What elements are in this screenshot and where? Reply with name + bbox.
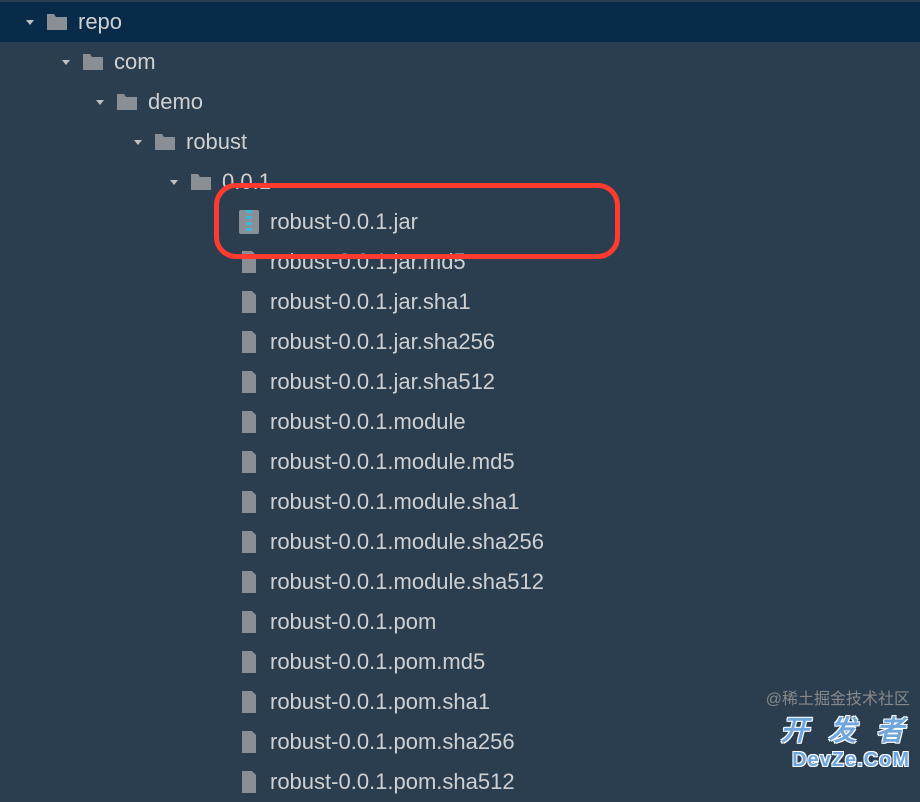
tree-label: robust-0.0.1.module.sha256 bbox=[270, 529, 544, 555]
tree-label: robust-0.0.1.jar.md5 bbox=[270, 249, 466, 275]
tree-file[interactable]: robust-0.0.1.module.sha256 bbox=[0, 522, 920, 562]
tree-file[interactable]: robust-0.0.1.jar.sha512 bbox=[0, 362, 920, 402]
tree-folder-version[interactable]: 0.0.1 bbox=[0, 162, 920, 202]
tree-label: robust bbox=[186, 129, 247, 155]
file-icon bbox=[236, 449, 262, 475]
chevron-down-icon[interactable] bbox=[164, 172, 184, 192]
chevron-down-icon[interactable] bbox=[20, 12, 40, 32]
tree-file[interactable]: robust-0.0.1.pom.sha512 bbox=[0, 762, 920, 802]
tree-folder-demo[interactable]: demo bbox=[0, 82, 920, 122]
file-icon bbox=[236, 369, 262, 395]
tree-file[interactable]: robust-0.0.1.pom bbox=[0, 602, 920, 642]
archive-icon bbox=[236, 209, 262, 235]
file-icon bbox=[236, 649, 262, 675]
file-icon bbox=[236, 529, 262, 555]
folder-icon bbox=[44, 9, 70, 35]
file-icon bbox=[236, 569, 262, 595]
tree-file[interactable]: robust-0.0.1.pom.sha256 bbox=[0, 722, 920, 762]
tree-label: robust-0.0.1.pom bbox=[270, 609, 436, 635]
file-icon bbox=[236, 689, 262, 715]
tree-label: repo bbox=[78, 9, 122, 35]
tree-folder-repo[interactable]: repo bbox=[0, 2, 920, 42]
file-tree: repo com demo robust bbox=[0, 0, 920, 802]
file-icon bbox=[236, 329, 262, 355]
tree-label: robust-0.0.1.pom.sha256 bbox=[270, 729, 515, 755]
tree-label: robust-0.0.1.jar bbox=[270, 209, 418, 235]
tree-label: robust-0.0.1.module bbox=[270, 409, 466, 435]
chevron-down-icon[interactable] bbox=[90, 92, 110, 112]
tree-folder-robust[interactable]: robust bbox=[0, 122, 920, 162]
tree-label: robust-0.0.1.pom.md5 bbox=[270, 649, 485, 675]
file-icon bbox=[236, 769, 262, 795]
file-icon bbox=[236, 609, 262, 635]
chevron-down-icon[interactable] bbox=[56, 52, 76, 72]
file-icon bbox=[236, 489, 262, 515]
tree-label: robust-0.0.1.pom.sha1 bbox=[270, 689, 490, 715]
tree-label: robust-0.0.1.jar.sha512 bbox=[270, 369, 495, 395]
tree-file[interactable]: robust-0.0.1.jar.sha256 bbox=[0, 322, 920, 362]
tree-folder-com[interactable]: com bbox=[0, 42, 920, 82]
tree-label: robust-0.0.1.jar.sha256 bbox=[270, 329, 495, 355]
tree-label: robust-0.0.1.module.sha1 bbox=[270, 489, 520, 515]
tree-label: robust-0.0.1.module.md5 bbox=[270, 449, 515, 475]
tree-file[interactable]: robust-0.0.1.pom.sha1 bbox=[0, 682, 920, 722]
tree-file[interactable]: robust-0.0.1.jar.md5 bbox=[0, 242, 920, 282]
folder-icon bbox=[80, 49, 106, 75]
file-icon bbox=[236, 729, 262, 755]
tree-file-jar[interactable]: robust-0.0.1.jar bbox=[0, 202, 920, 242]
tree-label: robust-0.0.1.pom.sha512 bbox=[270, 769, 515, 795]
tree-label: robust-0.0.1.jar.sha1 bbox=[270, 289, 471, 315]
tree-file[interactable]: robust-0.0.1.module bbox=[0, 402, 920, 442]
file-icon bbox=[236, 409, 262, 435]
tree-file[interactable]: robust-0.0.1.jar.sha1 bbox=[0, 282, 920, 322]
tree-file[interactable]: robust-0.0.1.module.sha512 bbox=[0, 562, 920, 602]
tree-file[interactable]: robust-0.0.1.pom.md5 bbox=[0, 642, 920, 682]
tree-label: com bbox=[114, 49, 156, 75]
tree-label: demo bbox=[148, 89, 203, 115]
file-icon bbox=[236, 289, 262, 315]
tree-file[interactable]: robust-0.0.1.module.sha1 bbox=[0, 482, 920, 522]
tree-label: robust-0.0.1.module.sha512 bbox=[270, 569, 544, 595]
folder-icon bbox=[152, 129, 178, 155]
tree-label: 0.0.1 bbox=[222, 169, 271, 195]
folder-icon bbox=[114, 89, 140, 115]
folder-icon bbox=[188, 169, 214, 195]
tree-file[interactable]: robust-0.0.1.module.md5 bbox=[0, 442, 920, 482]
chevron-down-icon[interactable] bbox=[128, 132, 148, 152]
file-icon bbox=[236, 249, 262, 275]
